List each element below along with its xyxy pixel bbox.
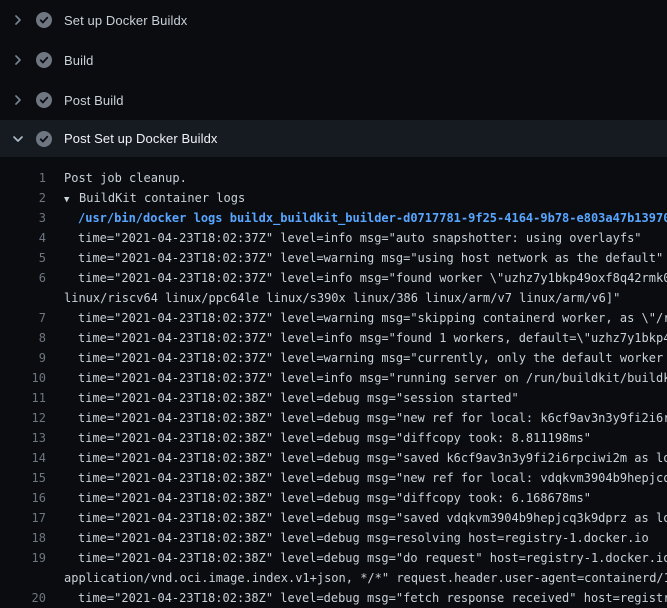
log-line: 10time="2021-04-23T18:02:37Z" level=info… (0, 368, 667, 388)
chevron-down-icon (10, 131, 26, 147)
log-command-text: /usr/bin/docker logs buildx_buildkit_bui… (46, 208, 667, 228)
step-header-post-build[interactable]: Post Build (0, 80, 667, 120)
line-number[interactable]: 10 (0, 368, 46, 388)
line-number[interactable]: 18 (0, 528, 46, 548)
log-line: 8time="2021-04-23T18:02:37Z" level=info … (0, 328, 667, 348)
log-text: application/vnd.oci.image.index.v1+json,… (46, 568, 667, 588)
log-text: time="2021-04-23T18:02:38Z" level=debug … (46, 408, 667, 428)
log-line: 17time="2021-04-23T18:02:38Z" level=debu… (0, 508, 667, 528)
chevron-right-icon (10, 92, 26, 108)
line-number[interactable]: 9 (0, 348, 46, 368)
log-line: 15time="2021-04-23T18:02:38Z" level=debu… (0, 468, 667, 488)
line-number[interactable]: 20 (0, 588, 46, 608)
line-number[interactable]: 2 (0, 188, 46, 208)
log-line: 4time="2021-04-23T18:02:37Z" level=info … (0, 228, 667, 248)
step-label: Build (64, 53, 93, 68)
line-number[interactable]: 8 (0, 328, 46, 348)
line-number[interactable]: 19 (0, 548, 46, 568)
log-text: time="2021-04-23T18:02:37Z" level=info m… (46, 328, 667, 348)
log-text: time="2021-04-23T18:02:37Z" level=warnin… (46, 308, 667, 328)
log-lines: 1Post job cleanup.2▼BuildKit container l… (0, 157, 667, 608)
log-text: time="2021-04-23T18:02:38Z" level=debug … (46, 388, 519, 408)
line-number[interactable]: 5 (0, 248, 46, 268)
log-line: 7time="2021-04-23T18:02:37Z" level=warni… (0, 308, 667, 328)
line-number[interactable]: 12 (0, 408, 46, 428)
log-text: linux/riscv64 linux/ppc64le linux/s390x … (46, 288, 620, 308)
log-line: 12time="2021-04-23T18:02:38Z" level=debu… (0, 408, 667, 428)
group-title[interactable]: BuildKit container logs (79, 191, 245, 205)
line-number[interactable]: 1 (0, 168, 46, 188)
log-line: 5time="2021-04-23T18:02:37Z" level=warni… (0, 248, 667, 268)
log-line: 9time="2021-04-23T18:02:37Z" level=warni… (0, 348, 667, 368)
line-number[interactable]: 11 (0, 388, 46, 408)
group-collapse-triangle-icon[interactable]: ▼ (64, 190, 79, 208)
step-label: Set up Docker Buildx (64, 13, 187, 28)
log-line: 1Post job cleanup. (0, 168, 667, 188)
line-number[interactable]: 16 (0, 488, 46, 508)
step-label: Post Set up Docker Buildx (64, 131, 218, 146)
log-line: linux/riscv64 linux/ppc64le linux/s390x … (0, 288, 667, 308)
log-text: time="2021-04-23T18:02:38Z" level=debug … (46, 488, 591, 508)
log-text: time="2021-04-23T18:02:37Z" level=info m… (46, 228, 642, 248)
log-line: 14time="2021-04-23T18:02:38Z" level=debu… (0, 448, 667, 468)
step-header-build[interactable]: Build (0, 40, 667, 80)
log-line: 3/usr/bin/docker logs buildx_buildkit_bu… (0, 208, 667, 228)
log-text: time="2021-04-23T18:02:37Z" level=info m… (46, 368, 667, 388)
line-number[interactable]: 15 (0, 468, 46, 488)
check-circle-icon (36, 52, 52, 68)
check-circle-icon (36, 12, 52, 28)
chevron-right-icon (10, 12, 26, 28)
line-number[interactable]: 6 (0, 268, 46, 288)
line-number[interactable]: 17 (0, 508, 46, 528)
log-line: 18time="2021-04-23T18:02:38Z" level=debu… (0, 528, 667, 548)
log-text: time="2021-04-23T18:02:38Z" level=debug … (46, 548, 667, 568)
line-number[interactable]: 14 (0, 448, 46, 468)
log-text: time="2021-04-23T18:02:38Z" level=debug … (46, 428, 591, 448)
line-number[interactable]: 7 (0, 308, 46, 328)
step-header-set-up-docker-buildx[interactable]: Set up Docker Buildx (0, 0, 667, 40)
log-text: time="2021-04-23T18:02:38Z" level=debug … (46, 588, 667, 608)
line-number (0, 568, 46, 588)
step-header-post-set-up-docker-buildx[interactable]: Post Set up Docker Buildx (0, 120, 667, 157)
line-number[interactable]: 13 (0, 428, 46, 448)
log-line: application/vnd.oci.image.index.v1+json,… (0, 568, 667, 588)
check-circle-icon (36, 92, 52, 108)
check-circle-icon (36, 131, 52, 147)
line-number[interactable]: 4 (0, 228, 46, 248)
log-line: 19time="2021-04-23T18:02:38Z" level=debu… (0, 548, 667, 568)
chevron-right-icon (10, 52, 26, 68)
log-line: 20time="2021-04-23T18:02:38Z" level=debu… (0, 588, 667, 608)
log-text: time="2021-04-23T18:02:37Z" level=warnin… (46, 248, 663, 268)
log-line: 2▼BuildKit container logs (0, 188, 667, 208)
log-text: time="2021-04-23T18:02:37Z" level=info m… (46, 268, 667, 288)
log-group-header: ▼BuildKit container logs (46, 188, 245, 208)
log-line: 16time="2021-04-23T18:02:38Z" level=debu… (0, 488, 667, 508)
step-label: Post Build (64, 93, 124, 108)
log-text: time="2021-04-23T18:02:38Z" level=debug … (46, 468, 667, 488)
log-text: time="2021-04-23T18:02:38Z" level=debug … (46, 528, 649, 548)
log-text: time="2021-04-23T18:02:37Z" level=warnin… (46, 348, 667, 368)
log-text: time="2021-04-23T18:02:38Z" level=debug … (46, 508, 667, 528)
log-line: 11time="2021-04-23T18:02:38Z" level=debu… (0, 388, 667, 408)
log-line: 6time="2021-04-23T18:02:37Z" level=info … (0, 268, 667, 288)
line-number[interactable]: 3 (0, 208, 46, 228)
log-text: Post job cleanup. (46, 168, 187, 188)
log-text: time="2021-04-23T18:02:38Z" level=debug … (46, 448, 667, 468)
log-line: 13time="2021-04-23T18:02:38Z" level=debu… (0, 428, 667, 448)
job-steps-list: Set up Docker Buildx Build Post Build Po… (0, 0, 667, 157)
line-number (0, 288, 46, 308)
